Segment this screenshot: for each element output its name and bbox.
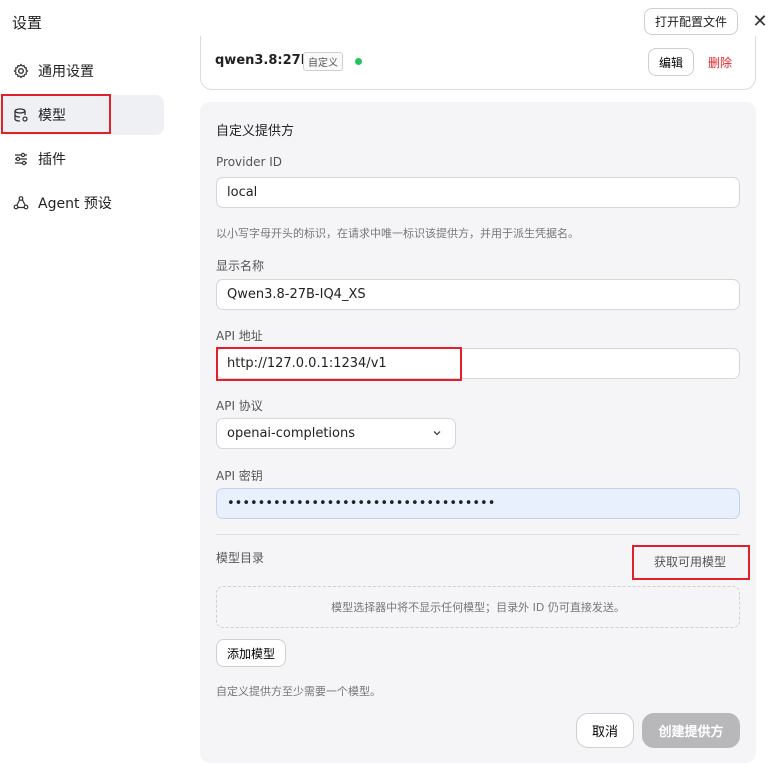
- open-config-button[interactable]: 打开配置文件: [644, 8, 738, 35]
- create-provider-button[interactable]: 创建提供方: [642, 713, 740, 748]
- settings-title: 设置: [12, 14, 43, 32]
- database-icon: [12, 106, 30, 124]
- cancel-button[interactable]: 取消: [576, 713, 634, 748]
- close-icon[interactable]: ✕: [750, 10, 770, 32]
- model-catalog-label: 模型目录: [216, 551, 265, 565]
- fetch-models-button[interactable]: 获取可用模型: [640, 548, 740, 574]
- api-url-input[interactable]: http://127.0.0.1:1234/v1: [216, 348, 740, 379]
- sidebar-item-label: 模型: [38, 108, 66, 124]
- sidebar-item-plugins[interactable]: 插件: [0, 139, 164, 179]
- provider-id-label: Provider ID: [216, 155, 282, 169]
- provider-name: qwen3.8:27b: [215, 53, 311, 68]
- display-name-input[interactable]: Qwen3.8-27B-IQ4_XS: [216, 279, 740, 310]
- sidebar-item-label: Agent 预设: [38, 196, 112, 212]
- sidebar-item-label: 通用设置: [38, 64, 94, 80]
- divider: [216, 534, 740, 535]
- gear-icon: [12, 62, 30, 80]
- custom-tag: 自定义: [303, 52, 343, 71]
- add-model-button[interactable]: 添加模型: [216, 639, 286, 667]
- api-url-label: API 地址: [216, 329, 263, 343]
- api-protocol-value: openai-completions: [227, 426, 356, 441]
- provider-card: qwen3.8:27b 自定义 编辑 删除: [200, 36, 756, 90]
- sidebar-item-label: 插件: [38, 152, 66, 168]
- status-dot: [355, 58, 362, 65]
- chevron-down-icon: [431, 427, 443, 439]
- api-key-label: API 密钥: [216, 469, 263, 483]
- api-protocol-label: API 协议: [216, 399, 263, 413]
- model-catalog-help: 自定义提供方至少需要一个模型。: [216, 685, 381, 698]
- form-section-title: 自定义提供方: [216, 124, 295, 139]
- sliders-icon: [12, 150, 30, 168]
- api-protocol-select[interactable]: openai-completions: [216, 418, 456, 449]
- sidebar-item-agent-presets[interactable]: Agent 预设: [0, 183, 164, 223]
- agent-icon: [12, 194, 30, 212]
- edit-button[interactable]: 编辑: [648, 48, 694, 76]
- delete-button[interactable]: 删除: [705, 48, 735, 76]
- provider-id-input[interactable]: local: [216, 177, 740, 208]
- api-key-input[interactable]: •••••••••••••••••••••••••••••••••••: [216, 488, 740, 519]
- sidebar-item-general[interactable]: 通用设置: [0, 51, 164, 91]
- custom-provider-form: 自定义提供方 Provider ID local 以小写字母开头的标识，在请求中…: [200, 102, 756, 763]
- display-name-label: 显示名称: [216, 259, 265, 273]
- sidebar-item-models[interactable]: 模型: [0, 95, 164, 135]
- provider-id-help: 以小写字母开头的标识，在请求中唯一标识该提供方，并用于派生凭据名。: [216, 227, 579, 240]
- model-list-empty: 模型选择器中将不显示任何模型；目录外 ID 仍可直接发送。: [216, 586, 740, 628]
